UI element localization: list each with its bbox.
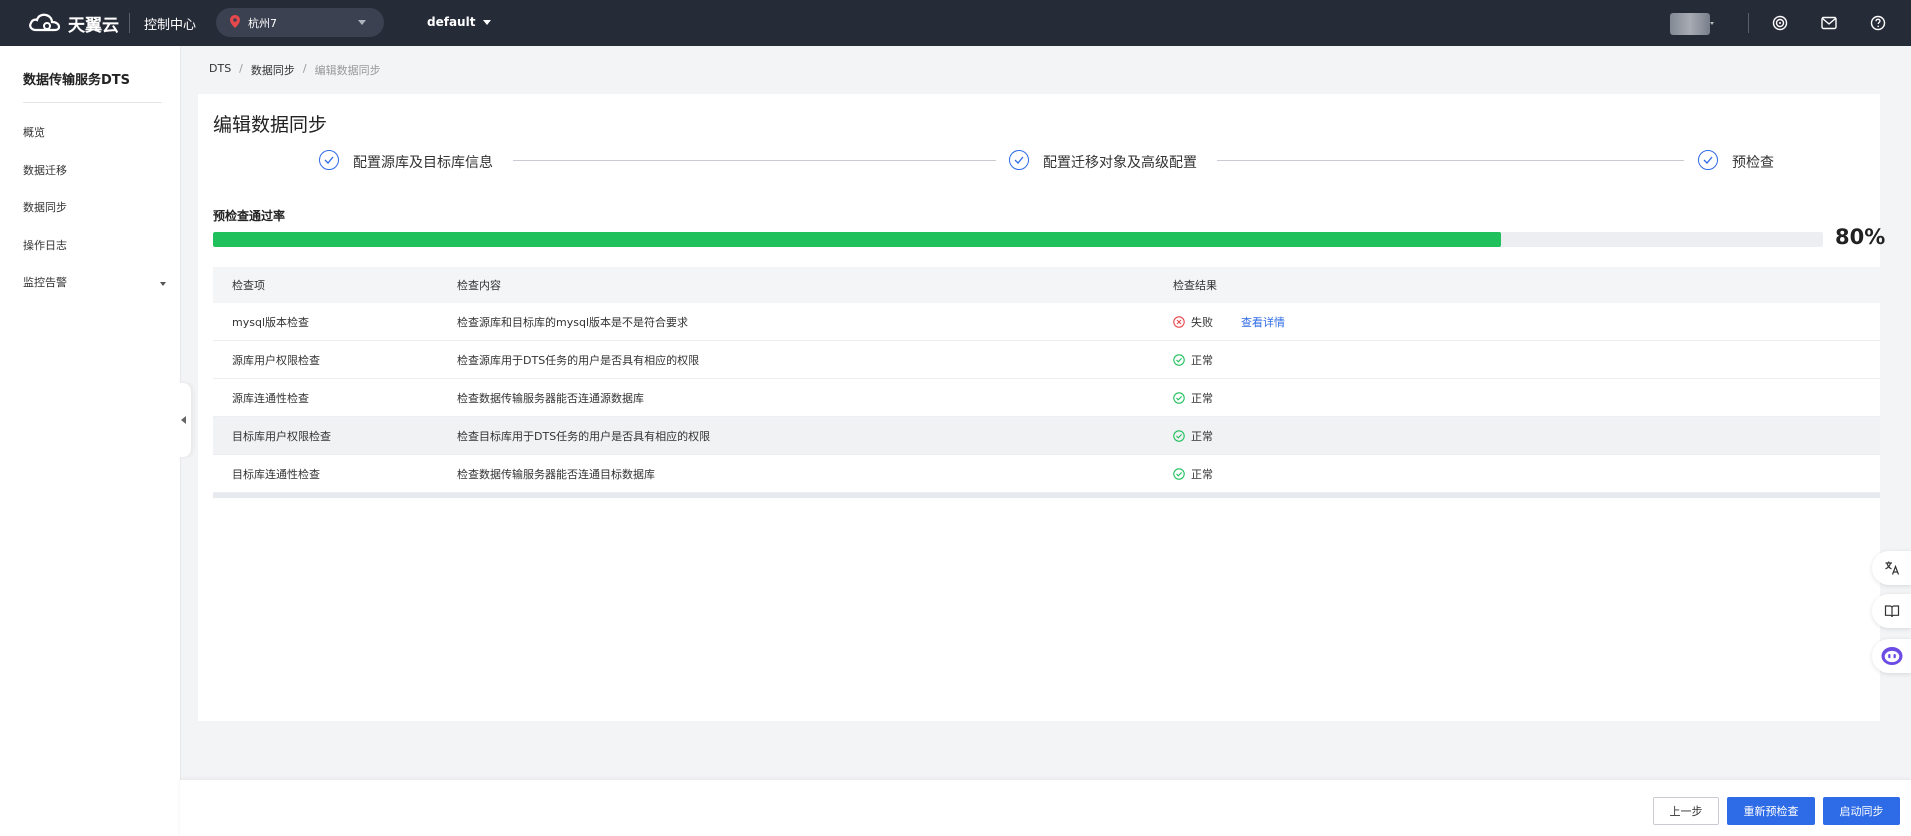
breadcrumb-current: 编辑数据同步 — [314, 64, 381, 77]
table-row: 源库用户权限检查 检查源库用于DTS任务的用户是否具有相应的权限 正常 — [213, 341, 1880, 379]
step-connector — [1217, 160, 1684, 161]
result-text: 失败 — [1191, 315, 1213, 329]
table-scrollbar[interactable] — [213, 493, 1880, 498]
check-circle-icon — [1173, 467, 1185, 480]
chevron-down-icon — [1710, 22, 1714, 25]
translate-icon[interactable] — [1872, 551, 1911, 585]
check-table: 检查项 检查内容 检查结果 mysql版本检查 检查源库和目标库的mysql版本… — [213, 267, 1880, 498]
check-circle-icon — [1173, 391, 1185, 404]
check-circle-icon — [1173, 353, 1185, 366]
chevron-down-icon — [160, 282, 166, 286]
check-content: 检查数据传输服务器能否连通目标数据库 — [457, 467, 655, 481]
recheck-button[interactable]: 重新预检查 — [1727, 797, 1815, 825]
header-divider — [1748, 13, 1749, 33]
pass-rate-label: 预检查通过率 — [213, 209, 286, 223]
check-icon — [1698, 150, 1718, 170]
table-row: mysql版本检查 检查源库和目标库的mysql版本是不是符合要求 失败 查看详… — [213, 303, 1880, 341]
close-circle-icon — [1173, 315, 1185, 328]
breadcrumb-dts[interactable]: DTS — [209, 62, 231, 78]
help-icon[interactable] — [1869, 14, 1887, 32]
result-text: 正常 — [1191, 391, 1213, 405]
sidebar-divider — [23, 102, 162, 103]
main-card: 编辑数据同步 配置源库及目标库信息 配置迁移对象及高级配置 预检查 预检查通过率… — [198, 94, 1885, 721]
check-item: 目标库用户权限检查 — [232, 429, 331, 443]
pass-rate-fill — [213, 232, 1501, 247]
check-content: 检查源库用于DTS任务的用户是否具有相应的权限 — [457, 353, 700, 367]
action-footer: 上一步 重新预检查 启动同步 — [180, 780, 1911, 836]
result-text: 正常 — [1191, 429, 1213, 443]
check-result: 失败 查看详情 — [1173, 303, 1285, 340]
chevron-down-icon — [358, 20, 366, 25]
mail-icon[interactable] — [1820, 14, 1838, 32]
step-indicator: 配置源库及目标库信息 配置迁移对象及高级配置 预检查 — [198, 150, 1880, 180]
pass-rate-progress — [213, 232, 1823, 247]
console-link[interactable]: 控制中心 — [144, 14, 196, 33]
chevron-down-icon — [483, 19, 492, 25]
location-pin-icon — [230, 14, 240, 31]
breadcrumb-separator: / — [239, 62, 243, 75]
check-item: 源库用户权限检查 — [232, 353, 320, 367]
project-name: default — [427, 15, 476, 29]
region-selector[interactable]: 杭州7 — [216, 8, 384, 37]
sidebar: 数据传输服务DTS 概览 数据迁移 数据同步 操作日志 监控告警 — [0, 46, 181, 836]
pass-rate-value: 80% — [1835, 225, 1886, 249]
check-item: mysql版本检查 — [232, 315, 309, 329]
step-2-label: 配置迁移对象及高级配置 — [1043, 155, 1197, 171]
table-row: 目标库连通性检查 检查数据传输服务器能否连通目标数据库 正常 — [213, 455, 1880, 493]
step-3-label: 预检查 — [1732, 155, 1774, 171]
start-sync-button[interactable]: 启动同步 — [1823, 797, 1900, 825]
chevron-left-icon — [181, 416, 186, 424]
sidebar-item-migration[interactable]: 数据迁移 — [23, 162, 67, 178]
view-details-link[interactable]: 查看详情 — [1241, 314, 1285, 330]
check-content: 检查源库和目标库的mysql版本是不是符合要求 — [457, 315, 688, 329]
check-result: 正常 — [1173, 379, 1213, 416]
sidebar-collapse-handle[interactable] — [177, 383, 191, 457]
cloud-logo-icon — [28, 11, 62, 36]
sidebar-item-logs[interactable]: 操作日志 — [23, 237, 67, 253]
target-icon[interactable] — [1771, 14, 1789, 32]
table-row: 目标库用户权限检查 检查目标库用于DTS任务的用户是否具有相应的权限 正常 — [213, 417, 1880, 455]
check-item: 源库连通性检查 — [232, 391, 309, 405]
check-result: 正常 — [1173, 417, 1213, 454]
step-1-label: 配置源库及目标库信息 — [353, 155, 493, 171]
sidebar-item-sync[interactable]: 数据同步 — [23, 199, 67, 215]
column-header-content: 检查内容 — [457, 279, 501, 292]
prev-step-button[interactable]: 上一步 — [1653, 797, 1719, 825]
check-circle-icon — [1173, 429, 1185, 442]
check-icon — [319, 150, 339, 170]
page-title: 编辑数据同步 — [213, 114, 328, 136]
book-icon[interactable] — [1872, 594, 1911, 628]
breadcrumb-sync[interactable]: 数据同步 — [251, 62, 295, 78]
table-header: 检查项 检查内容 检查结果 — [213, 267, 1880, 303]
sidebar-item-overview[interactable]: 概览 — [23, 124, 45, 140]
brand-logo[interactable]: 天翼云 — [28, 10, 119, 36]
brand-name: 天翼云 — [68, 15, 119, 36]
result-text: 正常 — [1191, 353, 1213, 367]
result-text: 正常 — [1191, 467, 1213, 481]
robot-icon[interactable] — [1872, 639, 1911, 673]
check-content: 检查数据传输服务器能否连通源数据库 — [457, 391, 644, 405]
column-header-result: 检查结果 — [1173, 279, 1217, 292]
project-selector[interactable]: default — [427, 15, 492, 29]
table-row: 源库连通性检查 检查数据传输服务器能否连通源数据库 正常 — [213, 379, 1880, 417]
check-item: 目标库连通性检查 — [232, 467, 320, 481]
region-name: 杭州7 — [248, 16, 277, 30]
check-result: 正常 — [1173, 341, 1213, 378]
sidebar-item-monitoring[interactable]: 监控告警 — [23, 274, 67, 290]
top-bar: 天翼云 控制中心 杭州7 default — [0, 0, 1911, 46]
check-content: 检查目标库用于DTS任务的用户是否具有相应的权限 — [457, 429, 711, 443]
check-result: 正常 — [1173, 455, 1213, 492]
step-connector — [513, 160, 996, 161]
column-header-item: 检查项 — [232, 279, 265, 292]
check-icon — [1009, 150, 1029, 170]
sidebar-title: 数据传输服务DTS — [23, 73, 131, 88]
header-divider — [129, 13, 130, 33]
breadcrumb: DTS / 数据同步 / 编辑数据同步 — [209, 62, 381, 78]
avatar[interactable] — [1670, 13, 1710, 35]
breadcrumb-separator: / — [302, 62, 307, 75]
